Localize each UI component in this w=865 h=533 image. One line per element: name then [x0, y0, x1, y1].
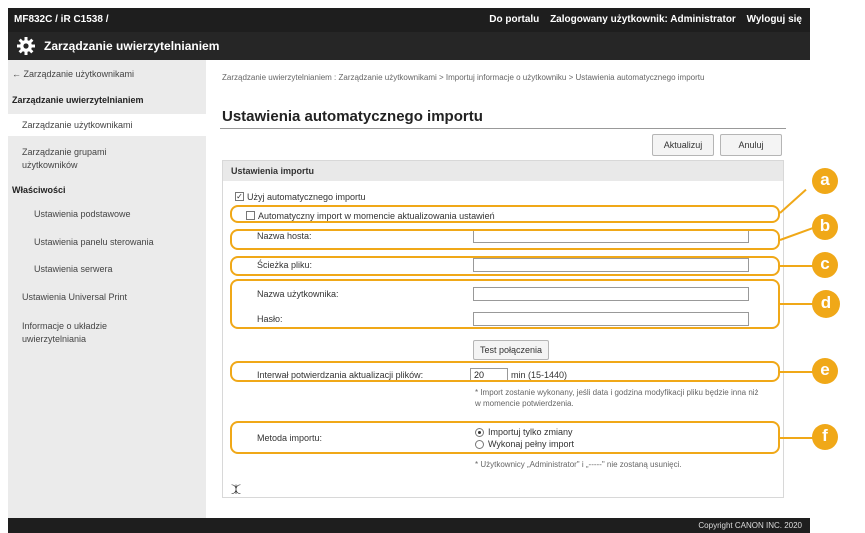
- logged-in-user: Zalogowany użytkownik: Administrator: [550, 14, 736, 25]
- portal-link[interactable]: Do portalu: [489, 14, 539, 25]
- title-divider: [220, 128, 786, 129]
- callout-marker-e: e: [812, 358, 838, 384]
- sidebar-item-groups[interactable]: Zarządzanie grupami użytkowników: [8, 146, 138, 172]
- callout-marker-f: f: [812, 424, 838, 450]
- title-bar: Zarządzanie uwierzytelnianiem: [8, 32, 810, 60]
- copyright-text: Copyright CANON INC. 2020: [698, 521, 802, 530]
- update-button[interactable]: Aktualizuj: [652, 134, 714, 156]
- gear-icon: [17, 37, 35, 55]
- test-connection-button[interactable]: Test połączenia: [473, 340, 549, 360]
- connector-f: [780, 437, 815, 439]
- scroll-to-top-icon[interactable]: ⯰: [231, 483, 241, 500]
- callout-marker-d: d: [812, 290, 840, 318]
- page-title: Ustawienia automatycznego importu: [222, 108, 483, 125]
- sidebar-item-panel-settings[interactable]: Ustawienia panelu sterowania: [8, 236, 206, 249]
- sidebar-item-auth-info[interactable]: Informacje o układzie uwierzytelniania: [8, 320, 138, 346]
- footer-bar: Copyright CANON INC. 2020: [8, 518, 810, 533]
- sidebar-item-server-settings[interactable]: Ustawienia serwera: [8, 263, 206, 276]
- highlight-f: [230, 421, 780, 454]
- app-title: Zarządzanie uwierzytelnianiem: [44, 39, 220, 53]
- header-links: Do portalu Zalogowany użytkownik: Admini…: [481, 14, 802, 25]
- sidebar: ← Zarządzanie użytkownikami Zarządzanie …: [8, 60, 206, 518]
- highlight-c: [230, 256, 780, 276]
- interval-note: * Import zostanie wykonany, jeśli data i…: [475, 388, 759, 408]
- sidebar-section-properties: Właściwości: [12, 185, 66, 195]
- breadcrumb: Zarządzanie uwierzytelnianiem : Zarządza…: [222, 73, 705, 82]
- sidebar-item-universal-print[interactable]: Ustawienia Universal Print: [8, 291, 206, 304]
- sidebar-section-auth: Zarządzanie uwierzytelnianiem: [12, 95, 144, 105]
- callout-marker-c: c: [812, 252, 838, 278]
- use-auto-import-checkbox[interactable]: ✓: [235, 192, 244, 201]
- device-name: MF832C / iR C1538 /: [14, 14, 109, 25]
- panel-heading: Ustawienia importu: [223, 161, 783, 181]
- connector-d: [780, 303, 815, 305]
- use-auto-import-label: Użyj automatycznego importu: [247, 192, 366, 202]
- callout-marker-a: a: [812, 168, 838, 194]
- connector-c: [780, 265, 815, 267]
- sidebar-item-users[interactable]: Zarządzanie użytkownikami: [8, 114, 206, 136]
- highlight-e: [230, 361, 780, 382]
- logout-link[interactable]: Wyloguj się: [747, 14, 802, 25]
- highlight-d: [230, 279, 780, 329]
- highlight-b: [230, 229, 780, 250]
- cancel-button[interactable]: Anuluj: [720, 134, 782, 156]
- import-method-note: * Użytkownicy „Administrator" i „-----" …: [475, 460, 682, 469]
- sidebar-back-link[interactable]: ← Zarządzanie użytkownikami: [8, 68, 206, 81]
- top-bar: MF832C / iR C1538 / Do portalu Zalogowan…: [8, 8, 810, 32]
- sidebar-item-basic-settings[interactable]: Ustawienia podstawowe: [8, 208, 206, 221]
- highlight-a: [230, 205, 780, 223]
- callout-marker-b: b: [812, 214, 838, 240]
- connector-e: [780, 371, 815, 373]
